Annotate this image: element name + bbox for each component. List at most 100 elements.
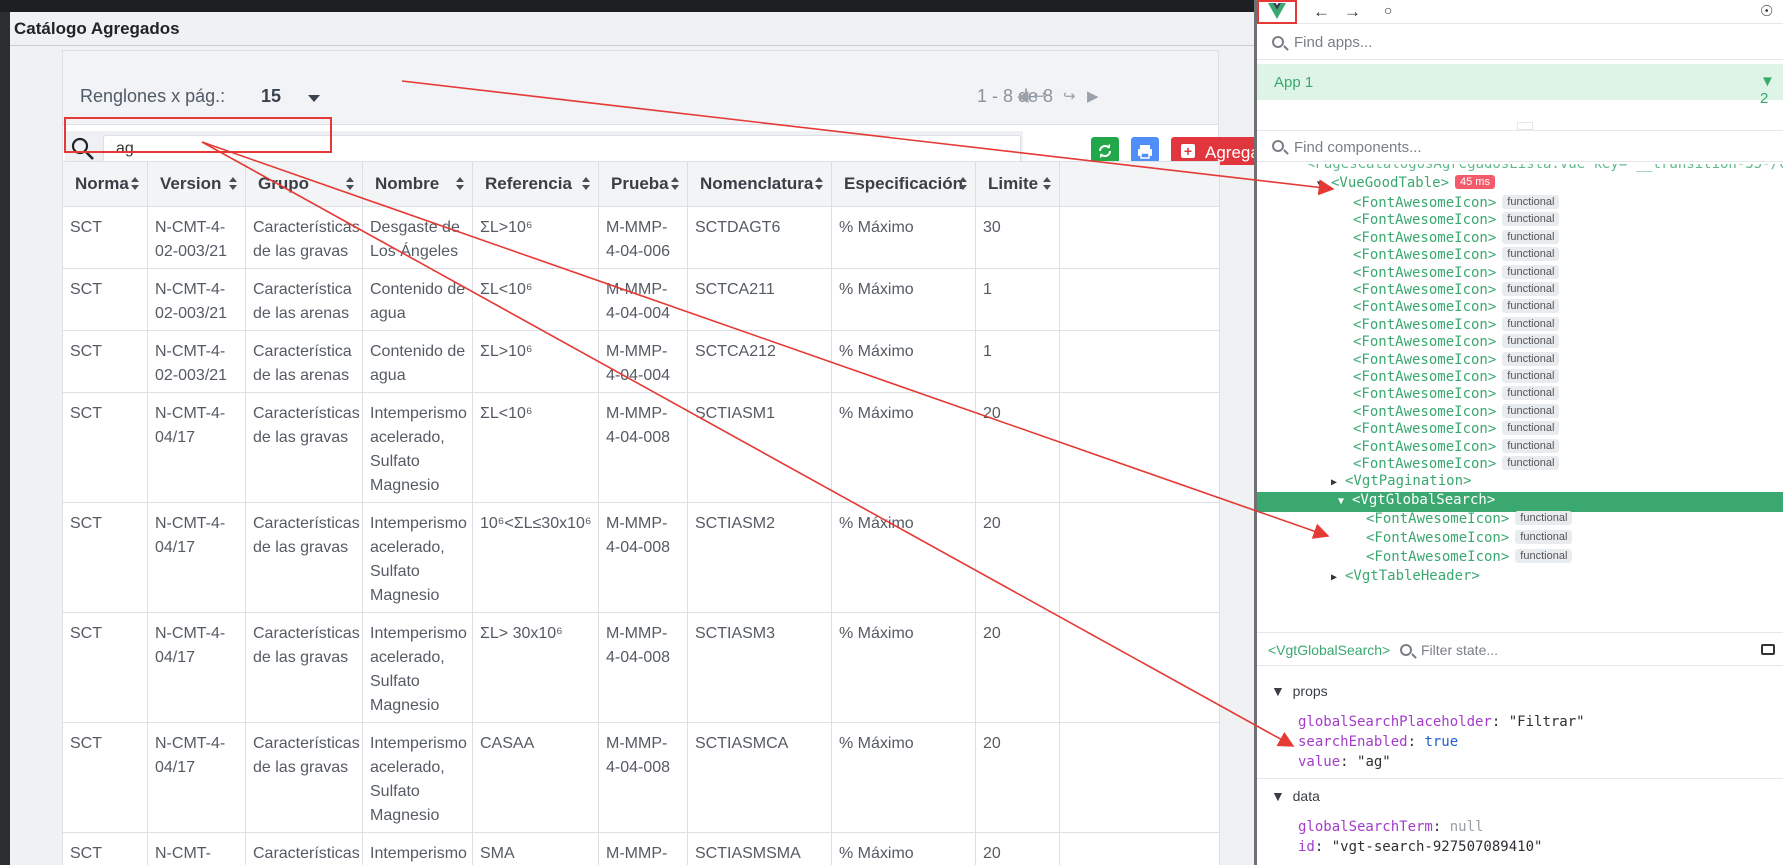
column-header[interactable]: Grupo: [245, 161, 363, 207]
table-cell: Intemperismo acelerado, Sulfato Magnesio: [362, 612, 473, 723]
vue-logo-button[interactable]: [1257, 0, 1297, 24]
next-page-icon[interactable]: ↪: [1063, 87, 1076, 105]
table-row[interactable]: SCT N-CMT-4-04/17 Características de las g…: [62, 392, 1220, 503]
column-header[interactable]: Version: [147, 161, 246, 207]
filter-state-input[interactable]: Filter state...: [1421, 642, 1498, 658]
table-cell: ΣL<10⁶: [472, 268, 599, 331]
rows-per-page-select[interactable]: 15: [261, 86, 281, 107]
column-header[interactable]: Referencia: [472, 161, 599, 207]
column-header[interactable]: Limite: [975, 161, 1060, 207]
prev-page-icon[interactable]: ↩: [1033, 87, 1046, 105]
prop-row[interactable]: globalSearchPlaceholder: "Filtrar": [1298, 714, 1585, 730]
table-cell: 30: [975, 206, 1060, 269]
table-cell: 20: [975, 502, 1060, 613]
table-cell: Desgaste de Los Ángeles: [362, 206, 473, 269]
table-row[interactable]: SCT N-CMT-4-04/17 Características de las g…: [62, 722, 1220, 833]
table-cell: N-CMT-4-02-003/21: [147, 330, 246, 393]
sort-icon[interactable]: [229, 177, 237, 191]
sort-icon[interactable]: [456, 177, 464, 191]
props-section-toggle[interactable]: ▼ props: [1271, 683, 1328, 699]
table-cell: SCTIASM1: [687, 392, 832, 503]
table-cell: SCTIASM3: [687, 612, 832, 723]
sort-icon[interactable]: [815, 177, 823, 191]
table-cell: ΣL<10⁶: [472, 392, 599, 503]
table-row[interactable]: SCT N-CMT-4-04/17 Características de las g…: [62, 612, 1220, 723]
tree-node-vuegoodtable[interactable]: ▼ <VueGoodTable> 45 ms: [1317, 175, 1495, 195]
table-cell: M-MMP-4-04-004: [598, 330, 688, 393]
table-row[interactable]: SCT N-CMT-4-02-003/21 Características de l…: [62, 206, 1220, 269]
table-row[interactable]: SCT N-CMT-4-04/17 Características de las g…: [62, 502, 1220, 613]
table-cell: 20: [975, 392, 1060, 503]
sort-icon[interactable]: [959, 177, 967, 191]
table-cell: % Máximo: [831, 392, 976, 503]
back-arrow-icon[interactable]: ←: [1313, 2, 1330, 22]
app-count: ▼ 2: [1760, 73, 1775, 107]
first-page-icon[interactable]: ◀: [1017, 87, 1029, 105]
tree-node-vgtglobalsearch[interactable]: ▼ <VgtGlobalSearch>: [1257, 492, 1783, 512]
table-cell: 20: [975, 832, 1060, 865]
column-header[interactable]: Prueba: [598, 161, 688, 207]
table-cell: SCTCA211: [687, 268, 832, 331]
data-row[interactable]: globalSearchTerm: null: [1298, 819, 1483, 835]
find-components-input[interactable]: Find components...: [1294, 139, 1422, 156]
table-cell: 1: [975, 330, 1060, 393]
sort-icon[interactable]: [671, 177, 679, 191]
tree-node-fontawesomeicon[interactable]: <FontAwesomeIcon> functional: [1366, 549, 1573, 569]
target-icon[interactable]: ☉: [1760, 2, 1773, 20]
table-cell: SCTDAGT6: [687, 206, 832, 269]
data-section-toggle[interactable]: ▼ data: [1271, 788, 1320, 804]
table-cell-overflow: [1059, 330, 1220, 393]
table-cell: SCT: [62, 612, 148, 723]
sort-icon[interactable]: [131, 177, 139, 191]
table-cell: CASAA: [472, 722, 599, 833]
table-cell: Característica de las arenas: [245, 330, 363, 393]
app-list-item[interactable]: App 1 ▼ 2: [1257, 64, 1783, 107]
data-table: Norma Version Grupo Nombre Referencia Pr…: [62, 161, 1220, 865]
table-cell: Contenido de agua: [362, 330, 473, 393]
table-row[interactable]: SCT N-CMT-4-02-003/21 Característica de la…: [62, 330, 1220, 393]
column-header[interactable]: Norma: [62, 161, 148, 207]
column-header[interactable]: Especificación: [831, 161, 976, 207]
annotation-search-highlight: [64, 117, 332, 153]
table-cell: Características de las gravas: [245, 392, 363, 503]
table-cell: ΣL>10⁶: [472, 330, 599, 393]
find-components-bar[interactable]: Find components...: [1257, 130, 1783, 162]
sort-icon[interactable]: [582, 177, 590, 191]
tree-node-vgtpagination[interactable]: ▶ <VgtPagination>: [1331, 473, 1471, 493]
tree-node-vgttableheader[interactable]: ▶ <VgtTableHeader>: [1331, 568, 1480, 588]
table-cell: Contenido de agua: [362, 268, 473, 331]
tree-node-fontawesomeicon[interactable]: <FontAwesomeIcon> functional: [1366, 530, 1573, 550]
column-header[interactable]: Nomenclatura: [687, 161, 832, 207]
resize-handle[interactable]: [1517, 122, 1533, 130]
app-name: App 1: [1274, 74, 1314, 91]
component-tree-icon[interactable]: ○: [1384, 2, 1392, 18]
plus-icon: +: [1181, 144, 1195, 158]
table-cell: SCT: [62, 832, 148, 865]
vue-logo-icon: [1268, 3, 1286, 19]
table-cell: N-CMT-: [147, 832, 246, 865]
table-row[interactable]: SCT N-CMT- Características Intemperismo SMA M…: [62, 832, 1220, 865]
prop-row[interactable]: value: "ag": [1298, 754, 1391, 770]
table-cell: % Máximo: [831, 832, 976, 865]
forward-arrow-icon[interactable]: →: [1344, 2, 1361, 22]
table-row[interactable]: SCT N-CMT-4-02-003/21 Característica de la…: [62, 268, 1220, 331]
find-apps-input[interactable]: Find apps...: [1294, 34, 1372, 51]
tree-node-fontawesomeicon[interactable]: <FontAwesomeIcon> functional: [1366, 511, 1573, 531]
sort-icon[interactable]: [1043, 177, 1051, 191]
find-apps-bar[interactable]: Find apps...: [1257, 26, 1783, 60]
table-cell-overflow: [1059, 612, 1220, 723]
open-in-editor-icon[interactable]: [1761, 644, 1775, 655]
chevron-down-icon[interactable]: [308, 95, 320, 102]
prop-row[interactable]: searchEnabled: true: [1298, 734, 1458, 750]
devtools-toolbar: ← → ○ ☉: [1257, 0, 1783, 24]
sort-icon[interactable]: [346, 177, 354, 191]
table-cell: Características de las gravas: [245, 502, 363, 613]
table-cell: Características de las gravas: [245, 612, 363, 723]
last-page-icon[interactable]: ▶: [1087, 87, 1099, 105]
data-row[interactable]: id: "vgt-search-927507089410": [1298, 839, 1542, 855]
table-cell: M-MMP-4-04-008: [598, 502, 688, 613]
window-left-strip: [0, 12, 10, 865]
table-cell: % Máximo: [831, 206, 976, 269]
table-cell-overflow: [1059, 502, 1220, 613]
column-header[interactable]: Nombre: [362, 161, 473, 207]
